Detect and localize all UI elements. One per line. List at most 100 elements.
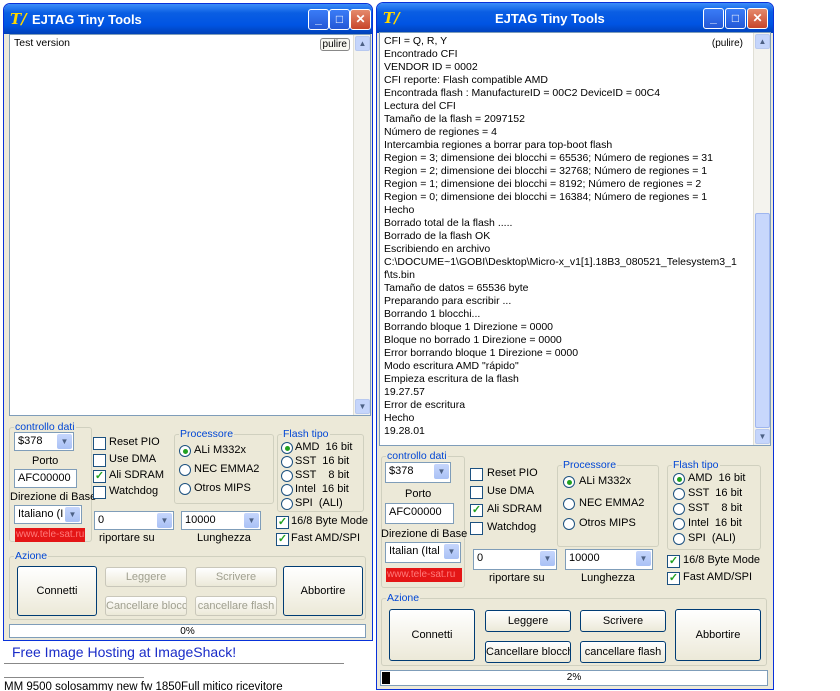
website-link[interactable]: www.tele-sat.ru: [386, 568, 462, 582]
sst-8-radio[interactable]: [281, 470, 293, 482]
website-link[interactable]: www.tele-sat.ru: [15, 528, 85, 542]
chevron-down-icon: ▼: [65, 507, 80, 522]
log-line: VENDOR ID = 0002: [384, 61, 478, 73]
nec-emma2-radio[interactable]: [179, 464, 191, 476]
scroll-down-icon[interactable]: ▼: [755, 429, 770, 444]
log-line: CFI = Q, R, Y: [384, 35, 448, 47]
close-button[interactable]: ✕: [747, 8, 768, 29]
log-line: Region = 2; dimensione dei blocchi = 327…: [384, 165, 708, 177]
ali-sdram-checkbox[interactable]: ✓: [93, 470, 106, 483]
leggere-button[interactable]: Leggere: [105, 567, 187, 587]
watchdog-checkbox[interactable]: [93, 486, 106, 499]
spi-ali-label: SPI (ALI): [295, 497, 343, 509]
window-title: EJTAG Tiny Tools: [32, 12, 142, 27]
ali-m332x-radio[interactable]: [563, 476, 575, 488]
language-select[interactable]: Italian (Ital ▼: [385, 542, 461, 563]
connetti-button[interactable]: Connetti: [17, 566, 97, 616]
direzione-label: Direzione di Base: [381, 528, 468, 540]
base-address-input[interactable]: AFC00000: [385, 503, 454, 524]
scrivere-button[interactable]: Scrivere: [195, 567, 277, 587]
sst-16-radio[interactable]: [673, 488, 685, 500]
reset-pio-checkbox[interactable]: [470, 468, 483, 481]
scroll-up-icon[interactable]: ▲: [355, 36, 370, 51]
use-dma-checkbox[interactable]: [93, 454, 106, 467]
sst-16-radio[interactable]: [281, 456, 293, 468]
abbortire-button[interactable]: Abbortire: [675, 609, 761, 661]
log-line: Encontrado CFI: [384, 48, 458, 60]
scroll-up-icon[interactable]: ▲: [755, 34, 770, 49]
nec-emma2-label: NEC EMMA2: [579, 497, 645, 509]
lunghezza-select[interactable]: 10000 ▼: [181, 511, 261, 530]
reset-pio-checkbox[interactable]: [93, 437, 106, 450]
port-select[interactable]: $378 ▼: [14, 432, 74, 451]
ali-m332x-label: ALi M332x: [579, 475, 631, 487]
intel-16-label: Intel 16 bit: [295, 483, 349, 495]
scrivere-button[interactable]: Scrivere: [580, 610, 666, 632]
amd-16-radio[interactable]: [281, 442, 293, 454]
sst-16-label: SST 16 bit: [688, 487, 743, 499]
pulire-button[interactable]: pulire: [319, 38, 350, 51]
log-line: Bloque no borrado 1 Direzione = 0000: [384, 334, 562, 346]
otros-mips-radio[interactable]: [179, 483, 191, 495]
cancellare-blocco-button[interactable]: Cancellare blocch: [105, 596, 187, 616]
pulire-button[interactable]: (pulire): [709, 37, 746, 50]
close-button[interactable]: ✕: [350, 9, 371, 30]
group-label: Flash tipo: [672, 459, 720, 471]
scroll-thumb[interactable]: [755, 213, 770, 428]
language-select[interactable]: Italiano (It ▼: [14, 505, 82, 524]
sst-8-radio[interactable]: [673, 503, 685, 515]
spi-ali-radio[interactable]: [673, 533, 685, 545]
reset-pio-label: Reset PIO: [109, 436, 160, 448]
base-address-input[interactable]: AFC00000: [14, 469, 77, 488]
use-dma-label: Use DMA: [487, 485, 535, 497]
abbortire-button[interactable]: Abbortire: [283, 566, 363, 616]
watchdog-checkbox[interactable]: [470, 522, 483, 535]
fast-amd-checkbox[interactable]: ✓: [276, 533, 289, 546]
byte-mode-checkbox[interactable]: ✓: [276, 516, 289, 529]
log-line: Hecho: [384, 204, 415, 216]
divider: [4, 677, 144, 678]
cancellare-flash-button[interactable]: cancellare flash: [580, 641, 666, 663]
riportare-label: riportare su: [489, 572, 545, 584]
riportare-select[interactable]: 0 ▼: [94, 511, 174, 530]
log-scrollbar[interactable]: ▲ ▼: [753, 33, 770, 445]
group-label: Azione: [14, 550, 49, 562]
use-dma-checkbox[interactable]: [470, 486, 483, 499]
lunghezza-select[interactable]: 10000 ▼: [565, 549, 653, 570]
log-scrollbar[interactable]: ▲ ▼: [353, 35, 370, 415]
progress-text: 2%: [566, 672, 582, 683]
ali-m332x-radio[interactable]: [179, 445, 191, 457]
right-titlebar[interactable]: T/ EJTAG Tiny Tools _ □ ✕: [377, 3, 773, 33]
hosting-link[interactable]: Free Image Hosting at ImageShack!: [12, 644, 236, 660]
maximize-button[interactable]: □: [725, 8, 746, 29]
maximize-button[interactable]: □: [329, 9, 350, 30]
group-label: Azione: [386, 592, 421, 604]
log-textarea[interactable]: CFI = Q, R, Y Encontrado CFI VENDOR ID = 0…: [379, 32, 771, 446]
log-textarea[interactable]: Test version pulire ▲ ▼: [9, 34, 371, 416]
cancellare-blocco-button[interactable]: Cancellare blocch: [485, 641, 571, 663]
amd-16-label: AMD 16 bit: [688, 472, 746, 484]
fast-amd-checkbox[interactable]: ✓: [667, 572, 680, 585]
port-select[interactable]: $378 ▼: [385, 462, 451, 483]
minimize-button[interactable]: _: [308, 9, 329, 30]
nec-emma2-radio[interactable]: [563, 498, 575, 510]
spi-ali-radio[interactable]: [281, 498, 293, 510]
scroll-down-icon[interactable]: ▼: [355, 399, 370, 414]
amd-16-radio[interactable]: [673, 473, 685, 485]
progress-text: 0%: [180, 626, 195, 637]
riportare-select[interactable]: 0 ▼: [473, 549, 557, 570]
porto-label: Porto: [405, 488, 432, 500]
otros-mips-radio[interactable]: [563, 518, 575, 530]
intel-16-radio[interactable]: [281, 484, 293, 496]
leggere-button[interactable]: Leggere: [485, 610, 571, 632]
intel-16-radio[interactable]: [673, 518, 685, 530]
connetti-button[interactable]: Connetti: [389, 609, 475, 661]
left-titlebar[interactable]: T/ EJTAG Tiny Tools _ □ ✕: [4, 4, 372, 34]
chevron-down-icon: ▼: [244, 513, 259, 528]
cancellare-flash-button[interactable]: cancellare flash: [195, 596, 277, 616]
minimize-button[interactable]: _: [703, 8, 724, 29]
lunghezza-label: Lunghezza: [581, 572, 635, 584]
ali-sdram-checkbox[interactable]: ✓: [470, 504, 483, 517]
byte-mode-checkbox[interactable]: ✓: [667, 555, 680, 568]
log-line: Region = 0; dimensione dei blocchi = 163…: [384, 191, 708, 203]
